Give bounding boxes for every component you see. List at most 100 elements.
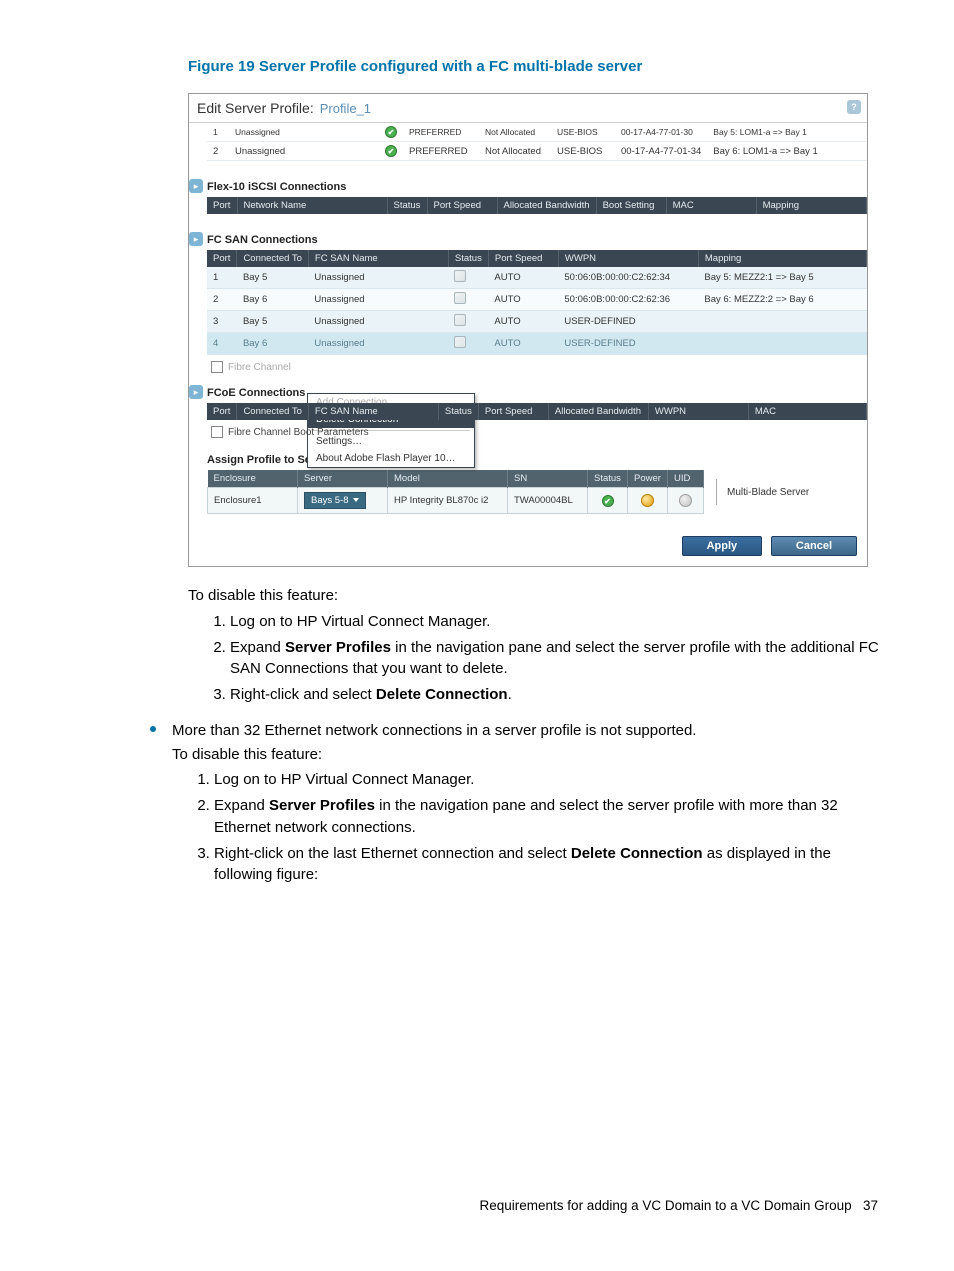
fc-boot-label: Fibre Channel — [228, 362, 291, 373]
th-port: Port — [207, 197, 237, 214]
eth-band: Not Allocated — [479, 123, 551, 142]
status-icon — [454, 292, 466, 304]
step-3: Right-click on the last Ethernet connect… — [214, 843, 888, 887]
fcoe-section-title: FCoE Connections — [207, 381, 867, 403]
th-uid: UID — [668, 470, 704, 488]
body-text: To disable this feature: Log on to HP Vi… — [188, 585, 888, 898]
assign-enclosure: Enclosure1 — [208, 488, 298, 514]
table-row[interactable]: 2Bay 6Unassigned AUTO50:06:0B:00:00:C2:6… — [207, 289, 867, 311]
chevron-down-icon — [353, 498, 359, 502]
iscsi-table: Port Network Name Status Port Speed Allo… — [207, 197, 867, 214]
th-boot: Boot Setting — [596, 197, 666, 214]
th-mac: MAC — [666, 197, 756, 214]
eth-mac: 00-17-A4-77-01-34 — [615, 142, 707, 161]
th-sn: SN — [508, 470, 588, 488]
disable-intro-2: To disable this feature: — [172, 744, 888, 766]
table-row[interactable]: 1Bay 5Unassigned AUTO50:06:0B:00:00:C2:6… — [207, 267, 867, 289]
th-mac: MAC — [748, 403, 866, 420]
eth-name: Unassigned — [229, 142, 379, 161]
step-1: Log on to HP Virtual Connect Manager. — [230, 611, 888, 633]
assign-section-title: Assign Profile to Server Bay — [207, 448, 867, 470]
assign-sn: TWA00004BL — [508, 488, 588, 514]
editor-profile-name: Profile_1 — [320, 101, 371, 116]
eth-band: Not Allocated — [479, 142, 551, 161]
eth-name: Unassigned — [229, 123, 379, 142]
th-model: Model — [388, 470, 508, 488]
table-row[interactable]: 3Bay 5Unassigned AUTOUSER-DEFINED — [207, 311, 867, 333]
status-icon — [454, 314, 466, 326]
status-icon — [454, 336, 466, 348]
eth-boot: USE-BIOS — [551, 142, 615, 161]
disable-intro: To disable this feature: — [188, 585, 888, 607]
toggle-icon[interactable]: ▸ — [189, 232, 203, 246]
th-status: Status — [438, 403, 478, 420]
eth-map: Bay 6: LOM1-a => Bay 1 — [707, 142, 867, 161]
step-2: Expand Server Profiles in the navigation… — [214, 795, 888, 839]
assign-model: HP Integrity BL870c i2 — [388, 488, 508, 514]
fcsan-section-title: FC SAN Connections — [207, 228, 867, 250]
iscsi-section-title: Flex-10 iSCSI Connections — [207, 175, 867, 197]
th-power: Power — [628, 470, 668, 488]
th-conn: Connected To — [237, 250, 308, 267]
ethernet-table: 1 Unassigned ✔ PREFERRED Not Allocated U… — [207, 123, 867, 161]
fcsan-table: Port Connected To FC SAN Name Status Por… — [207, 250, 867, 355]
toggle-icon[interactable]: ▸ — [189, 179, 203, 193]
eth-speed: PREFERRED — [403, 123, 479, 142]
page-footer: Requirements for adding a VC Domain to a… — [480, 1198, 878, 1213]
th-name: FC SAN Name — [308, 403, 438, 420]
th-name: FC SAN Name — [308, 250, 448, 267]
screenshot-panel: Edit Server Profile: Profile_1 ? 1 Unass… — [188, 93, 868, 567]
server-bay-dropdown[interactable]: Bays 5-8 — [304, 492, 366, 509]
multi-blade-label: Multi-Blade Server — [727, 487, 809, 498]
status-ok-icon: ✔ — [602, 495, 614, 507]
toggle-icon[interactable]: ▸ — [189, 385, 203, 399]
checkbox-icon[interactable] — [211, 361, 223, 373]
eth-mac: 00-17-A4-77-01-30 — [615, 123, 707, 142]
th-band: Allocated Bandwidth — [497, 197, 596, 214]
th-wwpn: WWPN — [558, 250, 698, 267]
title-bar: Edit Server Profile: Profile_1 ? — [189, 94, 867, 123]
fcoe-boot-params-row[interactable]: Fibre Channel Boot Parameters — [207, 420, 867, 444]
figure-caption: Figure 19 Server Profile configured with… — [188, 58, 878, 75]
bullet-icon — [150, 726, 156, 732]
th-enc: Enclosure — [208, 470, 298, 488]
th-port: Port — [207, 403, 237, 420]
table-row[interactable]: 4Bay 6Unassigned AUTOUSER-DEFINED — [207, 333, 867, 355]
uid-icon[interactable] — [679, 494, 692, 507]
th-speed: Port Speed — [427, 197, 497, 214]
th-status: Status — [588, 470, 628, 488]
th-speed: Port Speed — [488, 250, 558, 267]
checkbox-icon[interactable] — [211, 426, 223, 438]
th-server: Server — [298, 470, 388, 488]
assign-table: Enclosure Server Model SN Status Power U… — [207, 470, 704, 514]
step-2: Expand Server Profiles in the navigation… — [230, 637, 888, 681]
eth-port: 1 — [207, 123, 229, 142]
th-conn: Connected To — [237, 403, 308, 420]
fc-boot-params-row[interactable]: Fibre Channel — [207, 355, 867, 379]
th-map: Mapping — [756, 197, 866, 214]
fcoe-table: Port Connected To FC SAN Name Status Por… — [207, 403, 867, 420]
th-map: Mapping — [698, 250, 866, 267]
th-band: Allocated Bandwidth — [548, 403, 648, 420]
menu-about-flash[interactable]: About Adobe Flash Player 10… — [308, 450, 474, 467]
bullet-text: More than 32 Ethernet network connection… — [172, 720, 888, 742]
eth-boot: USE-BIOS — [551, 123, 615, 142]
status-ok-icon: ✔ — [385, 126, 397, 138]
th-status: Status — [448, 250, 488, 267]
status-ok-icon: ✔ — [385, 145, 397, 157]
fcoe-boot-label: Fibre Channel Boot Parameters — [228, 427, 369, 438]
editor-title: Edit Server Profile: — [197, 100, 314, 116]
cancel-button[interactable]: Cancel — [771, 536, 857, 556]
eth-map: Bay 5: LOM1-a => Bay 1 — [707, 123, 867, 142]
apply-button[interactable]: Apply — [682, 536, 763, 556]
assign-row: Enclosure1 Bays 5-8 HP Integrity BL870c … — [208, 488, 704, 514]
help-icon[interactable]: ? — [847, 100, 861, 114]
status-icon — [454, 270, 466, 282]
th-speed: Port Speed — [478, 403, 548, 420]
eth-speed: PREFERRED — [403, 142, 479, 161]
th-status: Status — [387, 197, 427, 214]
th-port: Port — [207, 250, 237, 267]
step-1: Log on to HP Virtual Connect Manager. — [214, 769, 888, 791]
power-icon[interactable] — [641, 494, 654, 507]
step-3: Right-click and select Delete Connection… — [230, 684, 888, 706]
